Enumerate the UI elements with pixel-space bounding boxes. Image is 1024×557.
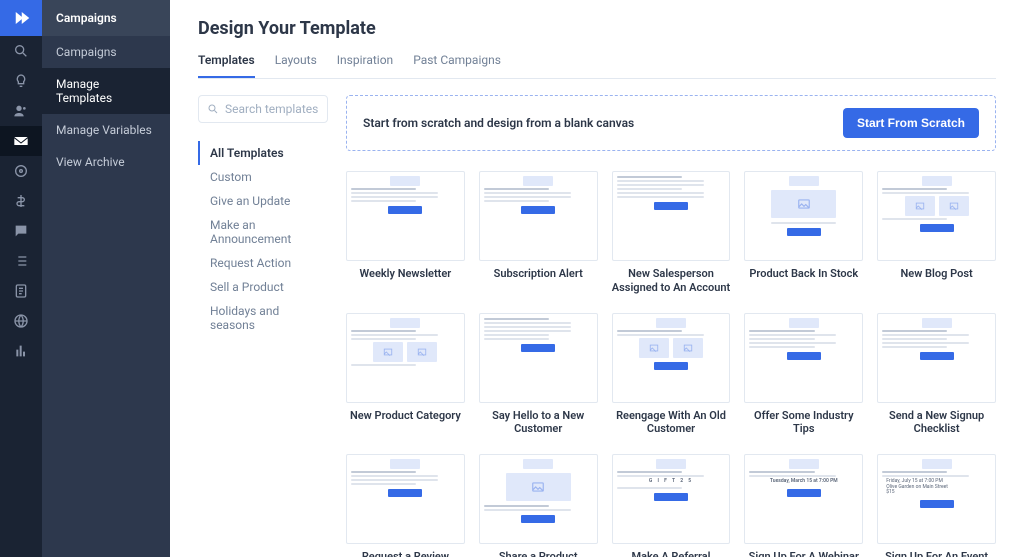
brand-logo[interactable]	[0, 0, 42, 36]
template-thumbnail	[346, 171, 465, 261]
conversations-nav-icon[interactable]	[0, 216, 42, 246]
filter-announcement[interactable]: Make an Announcement	[198, 213, 328, 251]
sidebar-item-manage-variables[interactable]: Manage Variables	[42, 114, 170, 146]
template-card[interactable]: Friday, July 15 at 7:00 PM Olive Garden …	[877, 454, 996, 557]
template-thumbnail	[479, 313, 598, 403]
template-label: New Product Category	[350, 409, 461, 423]
filter-list: All Templates Custom Give an Update Make…	[198, 141, 328, 337]
deals-nav-icon[interactable]	[0, 186, 42, 216]
template-card[interactable]: Request a Review	[346, 454, 465, 557]
template-thumbnail	[346, 313, 465, 403]
template-thumbnail	[877, 171, 996, 261]
template-label: Sign Up For A Webinar	[749, 550, 859, 557]
sidebar-item-campaigns[interactable]: Campaigns	[42, 36, 170, 68]
template-label: Weekly Newsletter	[360, 267, 452, 281]
thumb-webinar-date: Tuesday, March 15 at 7:00 PM	[749, 479, 858, 485]
tab-past-campaigns[interactable]: Past Campaigns	[413, 53, 501, 78]
template-card[interactable]: G I F T 2 5 Make A Referral	[612, 454, 731, 557]
template-label: Send a New Signup Checklist	[877, 409, 996, 437]
contacts-nav-icon[interactable]	[0, 96, 42, 126]
template-thumbnail	[744, 313, 863, 403]
filter-custom[interactable]: Custom	[198, 165, 328, 189]
filter-holidays[interactable]: Holidays and seasons	[198, 299, 328, 337]
hint-nav-icon[interactable]	[0, 66, 42, 96]
thumb-event-price: $15	[886, 490, 987, 496]
template-thumbnail	[479, 171, 598, 261]
template-label: New Salesperson Assigned to An Account	[612, 267, 731, 295]
lists-nav-icon[interactable]	[0, 246, 42, 276]
template-thumbnail: G I F T 2 5	[612, 454, 731, 544]
reports-nav-icon[interactable]	[0, 336, 42, 366]
template-card[interactable]: Weekly Newsletter	[346, 171, 465, 295]
template-thumbnail	[479, 454, 598, 544]
tab-inspiration[interactable]: Inspiration	[337, 53, 393, 78]
page-title: Design Your Template	[198, 18, 996, 39]
template-card[interactable]: New Product Category	[346, 313, 465, 437]
template-thumbnail	[346, 454, 465, 544]
template-thumbnail	[877, 313, 996, 403]
search-placeholder: Search templates	[225, 102, 318, 116]
filter-sell-product[interactable]: Sell a Product	[198, 275, 328, 299]
filter-all-templates[interactable]: All Templates	[198, 141, 328, 165]
template-card[interactable]: Say Hello to a New Customer	[479, 313, 598, 437]
main-content: Design Your Template Templates Layouts I…	[170, 0, 1024, 557]
scratch-text: Start from scratch and design from a bla…	[363, 116, 634, 130]
tabs: Templates Layouts Inspiration Past Campa…	[198, 53, 996, 79]
campaigns-nav-icon[interactable]	[0, 126, 42, 156]
template-card[interactable]: Reengage With An Old Customer	[612, 313, 731, 437]
template-card[interactable]: Share a Product	[479, 454, 598, 557]
automations-nav-icon[interactable]	[0, 156, 42, 186]
template-label: Subscription Alert	[494, 267, 583, 281]
template-card[interactable]: Send a New Signup Checklist	[877, 313, 996, 437]
thumb-referral-code: G I F T 2 5	[617, 479, 726, 485]
template-label: Sign Up For An Event	[885, 550, 988, 557]
template-card[interactable]: Product Back In Stock	[744, 171, 863, 295]
sidebar: Campaigns Campaigns Manage Templates Man…	[42, 0, 170, 557]
filter-give-update[interactable]: Give an Update	[198, 189, 328, 213]
template-card[interactable]: New Salesperson Assigned to An Account	[612, 171, 731, 295]
search-nav-icon[interactable]	[0, 36, 42, 66]
tab-layouts[interactable]: Layouts	[275, 53, 317, 78]
sidebar-item-manage-templates[interactable]: Manage Templates	[42, 68, 170, 114]
template-label: Share a Product	[499, 550, 578, 557]
template-card[interactable]: Tuesday, March 15 at 7:00 PM Sign Up For…	[744, 454, 863, 557]
sidebar-section-title: Campaigns	[42, 0, 170, 36]
template-card[interactable]: Subscription Alert	[479, 171, 598, 295]
template-thumbnail	[612, 171, 731, 261]
template-label: Offer Some Industry Tips	[744, 409, 863, 437]
template-label: New Blog Post	[901, 267, 973, 281]
template-label: Say Hello to a New Customer	[479, 409, 598, 437]
template-thumbnail: Friday, July 15 at 7:00 PM Olive Garden …	[877, 454, 996, 544]
filter-column: Search templates All Templates Custom Gi…	[198, 95, 328, 557]
forms-nav-icon[interactable]	[0, 276, 42, 306]
icon-rail	[0, 0, 42, 557]
search-input[interactable]: Search templates	[198, 95, 328, 123]
start-scratch-button[interactable]: Start From Scratch	[843, 108, 979, 138]
filter-request-action[interactable]: Request Action	[198, 251, 328, 275]
tab-templates[interactable]: Templates	[198, 53, 255, 78]
site-nav-icon[interactable]	[0, 306, 42, 336]
start-scratch-banner: Start from scratch and design from a bla…	[346, 95, 996, 151]
template-label: Product Back In Stock	[749, 267, 858, 281]
search-icon	[207, 103, 219, 115]
template-thumbnail: Tuesday, March 15 at 7:00 PM	[744, 454, 863, 544]
template-thumbnail	[612, 313, 731, 403]
template-card[interactable]: Offer Some Industry Tips	[744, 313, 863, 437]
sidebar-item-view-archive[interactable]: View Archive	[42, 146, 170, 178]
template-label: Request a Review	[362, 550, 449, 557]
template-label: Reengage With An Old Customer	[612, 409, 731, 437]
template-thumbnail	[744, 171, 863, 261]
template-label: Make A Referral	[631, 550, 710, 557]
template-grid: Weekly Newsletter Subscription Alert	[346, 171, 996, 557]
template-card[interactable]: New Blog Post	[877, 171, 996, 295]
